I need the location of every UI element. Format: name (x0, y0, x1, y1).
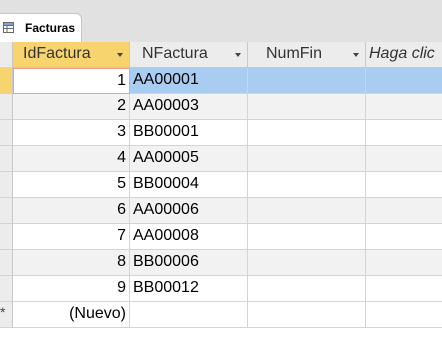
cell-value: AA00006 (133, 201, 199, 218)
table-cell[interactable]: 5 (13, 172, 130, 198)
table-cell[interactable] (366, 94, 442, 120)
table-cell[interactable]: BB00012 (130, 276, 248, 302)
cell-value: AA00008 (133, 227, 199, 244)
table-row[interactable]: 1 AA00001 (13, 68, 442, 94)
table-row[interactable]: 7 AA00008 (13, 224, 442, 250)
column-header-label: Haga clic (369, 45, 435, 62)
table-cell[interactable] (366, 276, 442, 302)
record-selector[interactable] (0, 146, 13, 172)
table-cell[interactable] (248, 94, 366, 120)
table-cell[interactable]: BB00001 (130, 120, 248, 146)
table-cell[interactable]: 4 (13, 146, 130, 172)
table-cell[interactable]: 9 (13, 276, 130, 302)
table-row[interactable]: 9 BB00012 (13, 276, 442, 302)
new-record-marker: * (0, 304, 6, 320)
chevron-down-icon[interactable] (117, 53, 123, 57)
datasheet-grid: IdFactura NFactura NumFin Haga clic 1 AA0… (0, 42, 442, 356)
cell-value: BB00004 (133, 175, 199, 192)
record-selector[interactable] (0, 276, 13, 302)
table-cell[interactable] (248, 146, 366, 172)
cell-value: 4 (117, 149, 126, 166)
table-row[interactable]: 4 AA00005 (13, 146, 442, 172)
table-cell[interactable] (366, 302, 442, 328)
table-cell[interactable]: (Nuevo) (13, 302, 130, 328)
table-cell[interactable]: BB00006 (130, 250, 248, 276)
record-selector[interactable] (0, 172, 13, 198)
cell-value: 8 (117, 253, 126, 270)
cell-value: 9 (117, 279, 126, 296)
new-record-row[interactable]: (Nuevo) (13, 302, 442, 328)
table-cell[interactable] (248, 120, 366, 146)
chevron-down-icon[interactable] (353, 53, 359, 57)
table-cell[interactable] (366, 68, 442, 94)
record-selector[interactable] (0, 68, 13, 94)
new-record-selector[interactable]: * (0, 302, 13, 328)
table-cell[interactable]: 6 (13, 198, 130, 224)
record-selector[interactable] (0, 120, 13, 146)
table-cell[interactable]: 2 (13, 94, 130, 120)
table-row[interactable]: 8 BB00006 (13, 250, 442, 276)
record-selector[interactable] (0, 250, 13, 276)
cell-value: AA00001 (133, 71, 199, 88)
table-cell[interactable]: 8 (13, 250, 130, 276)
cell-value: BB00006 (133, 253, 199, 270)
table-cell[interactable] (366, 250, 442, 276)
cell-value: AA00005 (133, 149, 199, 166)
table-cell[interactable] (248, 250, 366, 276)
record-selector[interactable] (0, 198, 13, 224)
empty-grid-area (0, 328, 442, 356)
tab-title: Facturas (25, 21, 76, 35)
new-record-label: (Nuevo) (69, 305, 126, 322)
table-icon (3, 22, 14, 33)
record-selector[interactable] (0, 224, 13, 250)
column-header-add-field[interactable]: Haga clic (366, 42, 442, 68)
table-cell[interactable]: BB00004 (130, 172, 248, 198)
table-cell[interactable]: 3 (13, 120, 130, 146)
table-cell[interactable] (248, 68, 366, 94)
table-cell[interactable]: 1 (13, 68, 130, 94)
table-cell[interactable] (366, 146, 442, 172)
cell-value: 6 (117, 201, 126, 218)
cell-value: 3 (117, 123, 126, 140)
table-cell[interactable] (248, 224, 366, 250)
table-cell[interactable] (366, 224, 442, 250)
column-header-numfin[interactable]: NumFin (248, 42, 366, 68)
table-cell[interactable] (248, 302, 366, 328)
cell-value: AA00003 (133, 97, 199, 114)
table-cell[interactable]: AA00003 (130, 94, 248, 120)
table-cell[interactable] (366, 120, 442, 146)
cell-value: 7 (117, 227, 126, 244)
select-all-corner[interactable] (0, 42, 13, 68)
chevron-down-icon[interactable] (235, 53, 241, 57)
table-cell[interactable]: AA00008 (130, 224, 248, 250)
column-header-label: IdFactura (23, 45, 91, 62)
cell-value: 5 (117, 175, 126, 192)
table-cell[interactable]: AA00006 (130, 198, 248, 224)
column-header-label: NumFin (266, 45, 323, 62)
table-cell[interactable] (366, 198, 442, 224)
table-cell[interactable]: AA00005 (130, 146, 248, 172)
table-cell[interactable] (130, 302, 248, 328)
column-header-nfactura[interactable]: NFactura (130, 42, 248, 68)
cell-value: BB00001 (133, 123, 199, 140)
column-header-label: NFactura (142, 45, 208, 62)
table-cell[interactable] (248, 198, 366, 224)
table-row[interactable]: 6 AA00006 (13, 198, 442, 224)
table-row[interactable]: 2 AA00003 (13, 94, 442, 120)
table-cell[interactable] (248, 172, 366, 198)
tab-strip: Facturas (0, 0, 442, 42)
cell-value: 2 (117, 97, 126, 114)
table-cell[interactable] (366, 172, 442, 198)
record-selector[interactable] (0, 94, 13, 120)
cell-value: 1 (117, 72, 126, 89)
table-cell[interactable]: AA00001 (130, 68, 248, 94)
table-row[interactable]: 3 BB00001 (13, 120, 442, 146)
table-cell[interactable] (248, 276, 366, 302)
table-row[interactable]: 5 BB00004 (13, 172, 442, 198)
tab-facturas[interactable]: Facturas (0, 13, 82, 42)
cell-value: BB00012 (133, 279, 199, 296)
column-header-idfactura[interactable]: IdFactura (13, 42, 130, 68)
table-cell[interactable]: 7 (13, 224, 130, 250)
